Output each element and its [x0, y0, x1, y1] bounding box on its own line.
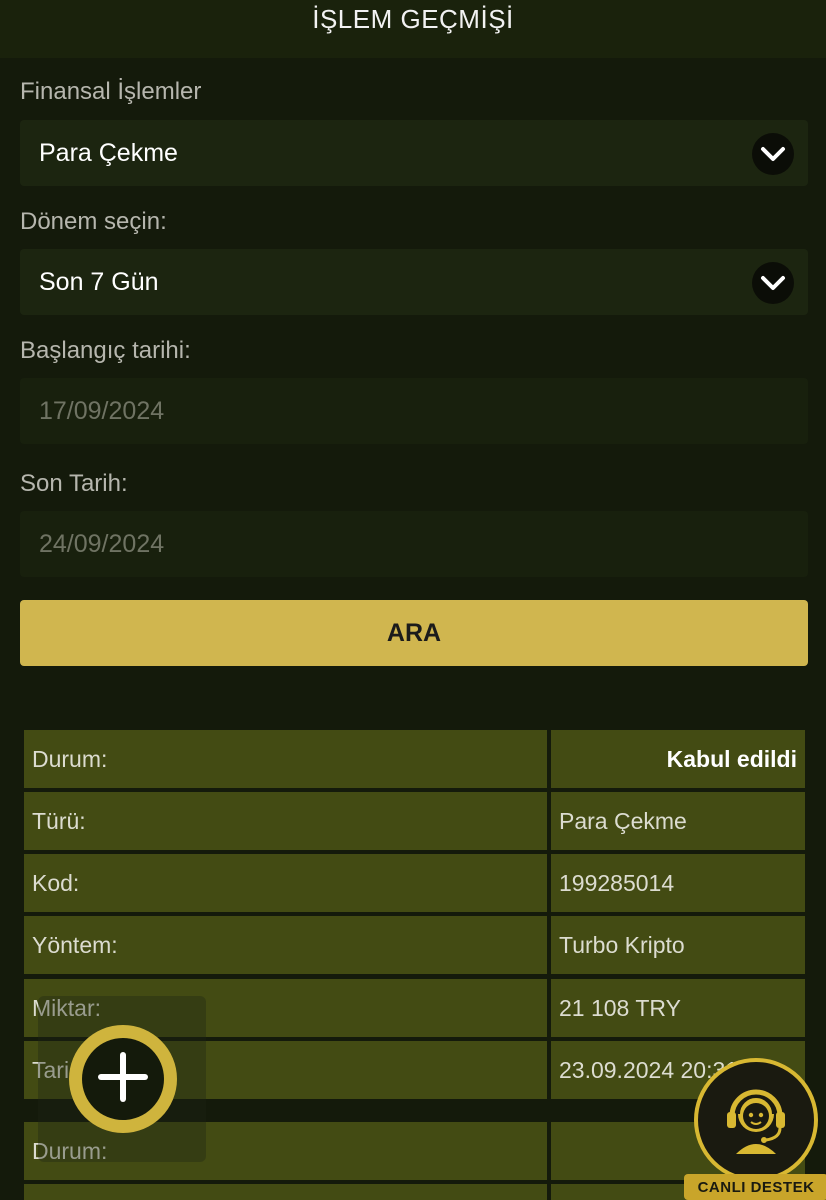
plus-icon [97, 1051, 149, 1108]
period-value: Son 7 Gün [39, 267, 159, 296]
page-header: İŞLEM GEÇMİŞİ [0, 0, 826, 58]
end-date-field[interactable] [20, 511, 808, 577]
support-badge [694, 1058, 818, 1182]
table-row: Kod: 199285014 [24, 854, 805, 912]
status-badge: Kabul edildi [551, 730, 805, 788]
table-row: Durum: Kabul edildi [24, 730, 805, 788]
period-select[interactable]: Son 7 Gün [20, 249, 808, 315]
transaction-type-select[interactable]: Para Çekme [20, 120, 808, 186]
chevron-down-icon [752, 262, 794, 304]
table-row: Türü: Para Çekme [24, 792, 805, 850]
add-button[interactable] [69, 1025, 177, 1133]
row-value: 21 108 TRY [551, 979, 805, 1037]
row-key: Yöntem: [24, 916, 547, 974]
row-value: Turbo Kripto [551, 916, 805, 974]
row-key: Kod: [24, 854, 547, 912]
chevron-down-icon [752, 133, 794, 175]
live-support-button[interactable]: CANLI DESTEK [684, 1058, 826, 1200]
transaction-type-label: Finansal İşlemler [20, 78, 202, 105]
transaction-type-value: Para Çekme [39, 138, 178, 167]
row-value: 199285014 [551, 854, 805, 912]
support-label: CANLI DESTEK [684, 1174, 826, 1200]
end-date-label: Son Tarih: [20, 470, 128, 497]
headset-agent-icon [714, 1076, 798, 1165]
row-value: Para Çekme [551, 792, 805, 850]
period-label: Dönem seçin: [20, 208, 167, 235]
search-button[interactable]: ARA [20, 600, 808, 666]
page-title: İŞLEM GEÇMİŞİ [312, 4, 514, 34]
row-key: Türü: [24, 792, 547, 850]
row-key: Durum: [24, 730, 547, 788]
table-row: Yöntem: Turbo Kripto [24, 916, 805, 974]
end-date-input[interactable] [39, 529, 808, 559]
start-date-input[interactable] [39, 396, 808, 426]
start-date-label: Başlangıç tarihi: [20, 337, 191, 364]
start-date-field[interactable] [20, 378, 808, 444]
row-key [24, 1184, 547, 1200]
